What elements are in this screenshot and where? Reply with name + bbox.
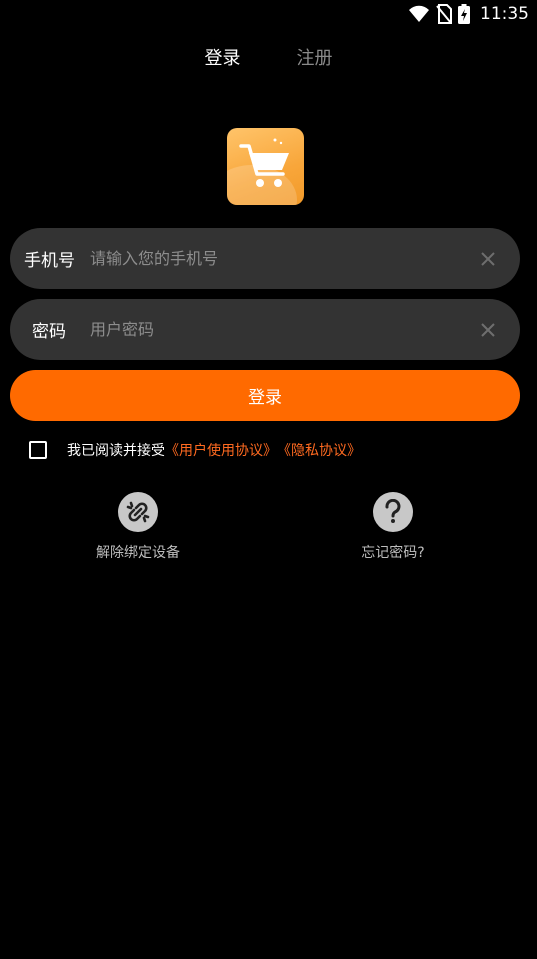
status-time: 11:35 [480, 4, 529, 24]
forgot-password-button[interactable]: 忘记密码? [343, 492, 443, 562]
tab-register[interactable]: 注册 [297, 42, 333, 72]
no-sim-icon [436, 4, 452, 24]
agreement-checkbox[interactable] [29, 441, 47, 459]
agreement-row: 我已阅读并接受 《用户使用协议》 《隐私协议》 [29, 440, 361, 460]
password-input[interactable] [88, 320, 478, 339]
close-icon [481, 251, 495, 266]
shopping-cart-icon [239, 138, 289, 187]
clear-password-button[interactable] [478, 320, 498, 340]
auth-tabs: 登录 注册 [0, 42, 537, 72]
tab-login[interactable]: 登录 [205, 42, 241, 72]
user-agreement-link[interactable]: 《用户使用协议》 [165, 440, 277, 460]
app-logo [227, 128, 304, 205]
phone-input[interactable] [88, 249, 478, 268]
phone-label: 手机号 [24, 251, 75, 271]
password-field-row: 密码 [10, 299, 520, 360]
status-bar: 11:35 [0, 0, 537, 28]
broken-link-icon [118, 492, 158, 532]
login-screen: 11:35 登录 注册 手机号 密码 [0, 0, 537, 959]
question-icon [373, 492, 413, 532]
agreement-text: 我已阅读并接受 [67, 443, 165, 459]
wifi-icon [408, 5, 430, 23]
close-icon [481, 322, 495, 337]
password-label: 密码 [32, 322, 66, 342]
unbind-device-label: 解除绑定设备 [96, 545, 180, 561]
forgot-password-label: 忘记密码? [361, 545, 425, 561]
login-button[interactable]: 登录 [10, 370, 520, 421]
phone-field-row: 手机号 [10, 228, 520, 289]
battery-charging-icon [458, 4, 470, 24]
privacy-policy-link[interactable]: 《隐私协议》 [277, 440, 361, 460]
clear-phone-button[interactable] [478, 249, 498, 269]
unbind-device-button[interactable]: 解除绑定设备 [88, 492, 188, 562]
